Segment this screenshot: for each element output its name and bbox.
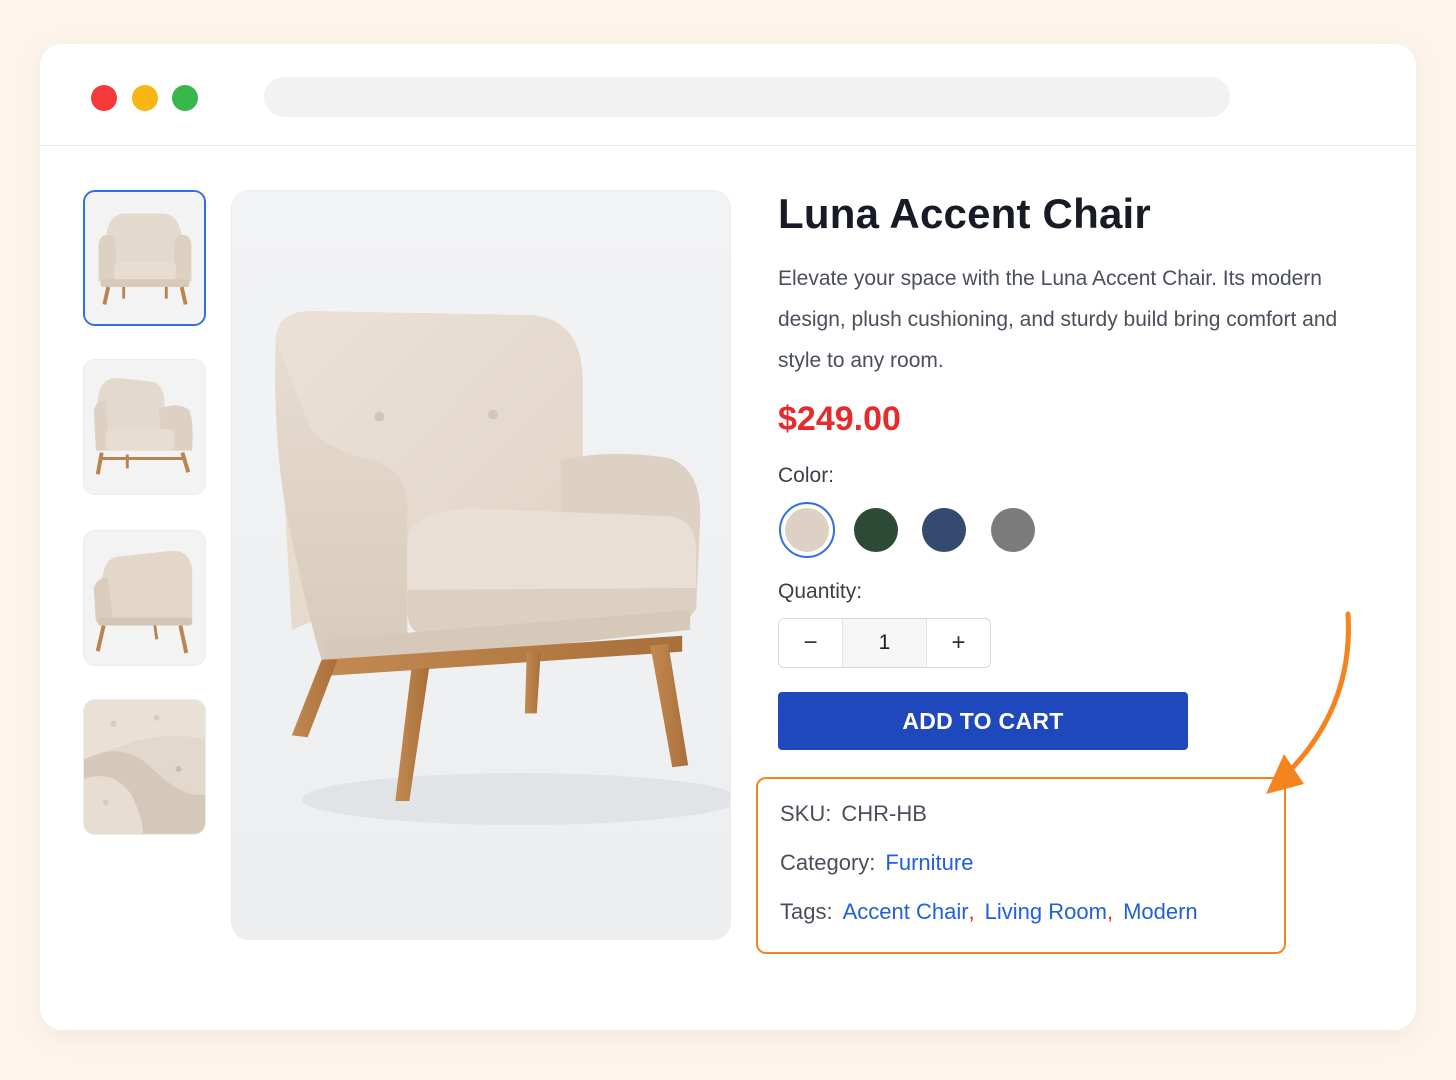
close-window-button[interactable] (91, 85, 117, 111)
thumbnail-fabric-detail[interactable] (83, 699, 206, 835)
thumbnail-back-view[interactable] (83, 530, 206, 666)
color-swatch-dark-green[interactable] (854, 508, 898, 552)
thumbnail-front-view[interactable] (83, 190, 206, 326)
add-to-cart-button[interactable]: ADD TO CART (778, 692, 1188, 750)
tags-label: Tags: (780, 899, 833, 924)
decrement-button[interactable]: − (779, 619, 842, 667)
tags-row: Tags: Accent Chair , Living Room , Moder… (780, 899, 1198, 925)
quantity-stepper: − 1 + (778, 618, 991, 668)
maximize-window-button[interactable] (172, 85, 198, 111)
increment-button[interactable]: + (927, 619, 990, 667)
tag-link-living-room[interactable]: Living Room (985, 899, 1107, 925)
color-label: Color: (778, 464, 835, 487)
minimize-window-button[interactable] (132, 85, 158, 111)
color-swatch-gray[interactable] (991, 508, 1035, 552)
window-titlebar (40, 44, 1416, 146)
category-row: Category: Furniture (780, 850, 973, 876)
quantity-input[interactable]: 1 (842, 619, 927, 667)
sku-label: SKU: (780, 801, 832, 826)
color-swatch-navy[interactable] (922, 508, 966, 552)
tag-link-accent-chair[interactable]: Accent Chair (843, 899, 969, 925)
product-description: Elevate your space with the Luna Accent … (778, 267, 1338, 372)
thumbnail-angled-view[interactable] (83, 359, 206, 495)
main-product-image (231, 190, 731, 940)
product-title: Luna Accent Chair (778, 190, 1151, 237)
category-label: Category: (780, 850, 876, 875)
tag-separator: , (1106, 899, 1114, 924)
sku-row: SKU: CHR-HB (780, 801, 927, 827)
product-price: $249.00 (778, 400, 901, 438)
category-link[interactable]: Furniture (885, 850, 973, 876)
browser-window: Luna Accent Chair Elevate your space wit… (40, 44, 1416, 1030)
quantity-label: Quantity: (778, 580, 863, 603)
callout-arrow-icon (1266, 611, 1351, 794)
tag-link-modern[interactable]: Modern (1123, 899, 1198, 925)
sku-value: CHR-HB (841, 801, 927, 826)
tag-separator: , (968, 899, 975, 924)
color-swatch-beige[interactable] (785, 508, 829, 552)
product-meta-box: SKU: CHR-HB Category: Furniture Tags: Ac… (756, 777, 1286, 954)
address-bar[interactable] (264, 77, 1230, 117)
